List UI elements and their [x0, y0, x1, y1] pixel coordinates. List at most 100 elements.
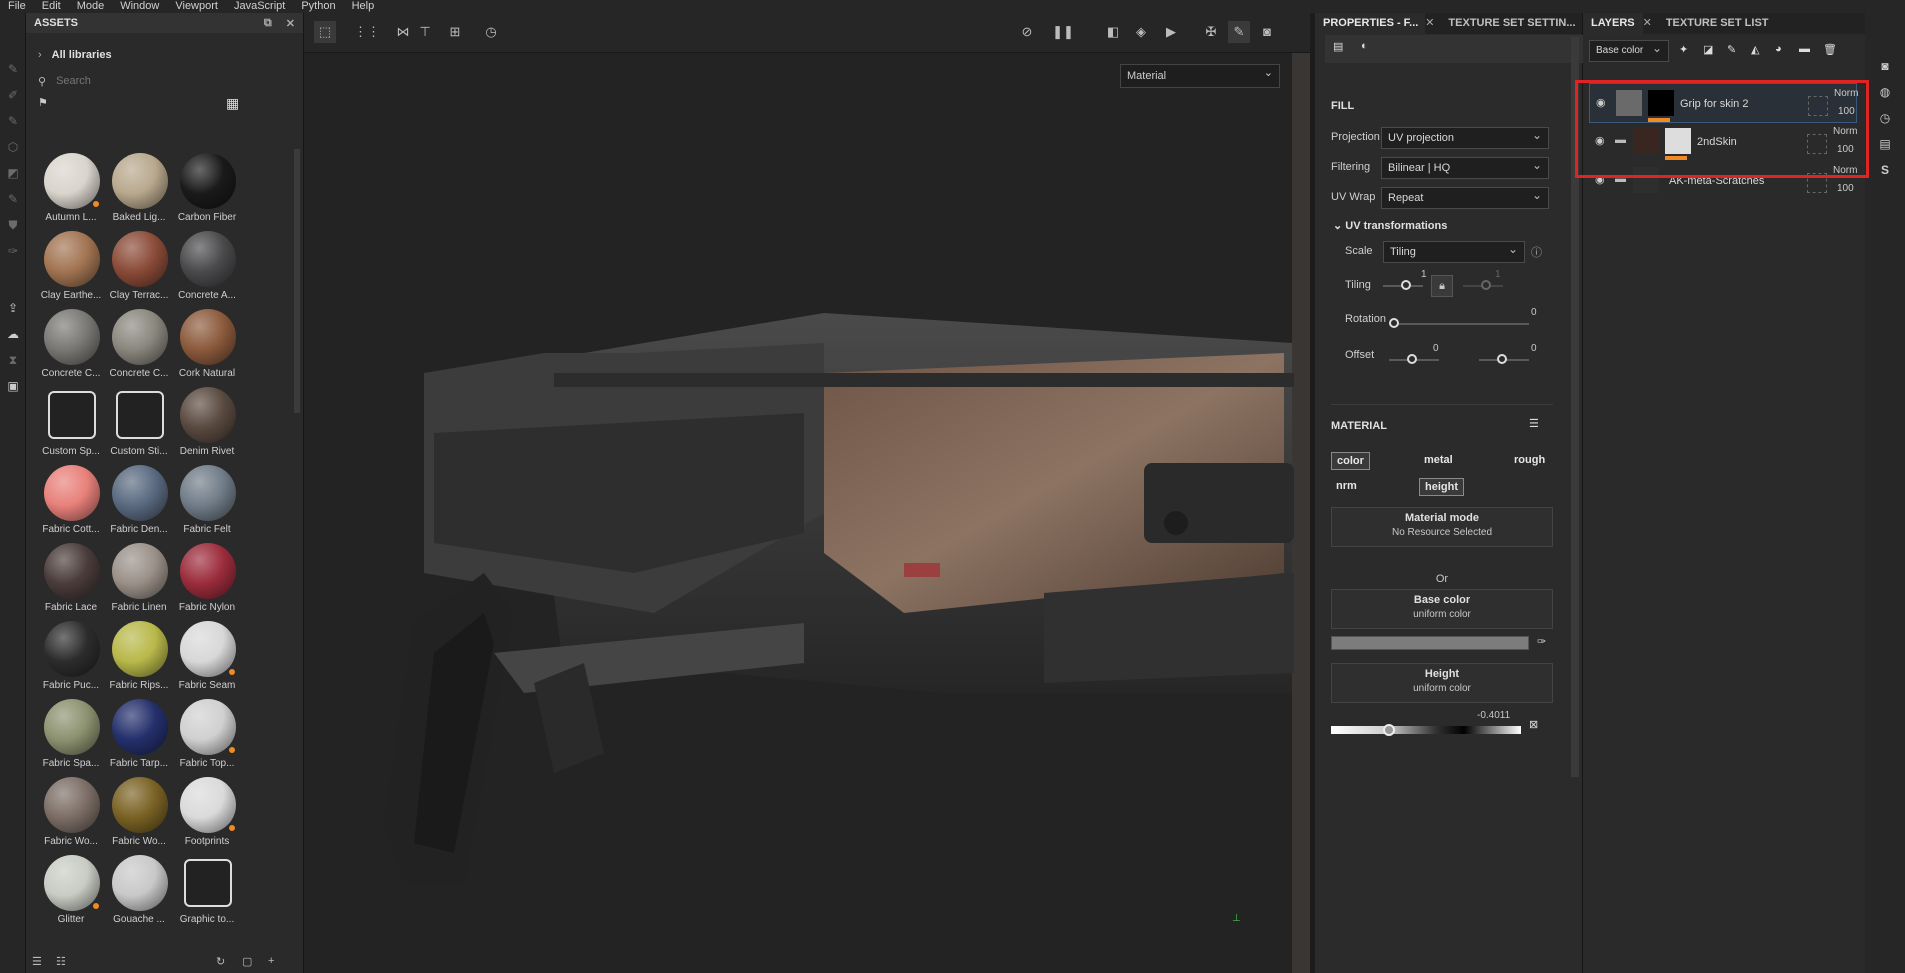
substance-icon[interactable]: S	[1877, 163, 1893, 179]
display-icon[interactable]: ▣	[5, 378, 21, 394]
eyedropper-icon[interactable]: ✑	[1537, 635, 1546, 648]
bake-icon[interactable]: ☁	[5, 326, 21, 342]
asset-tile[interactable]: Glitter	[36, 855, 106, 929]
asset-tile[interactable]: Fabric Nylon	[172, 543, 242, 617]
viewport-3d[interactable]: ⬚ ⋮⋮ ⋈ ⊤ ⊞ ◷ ⊘ ❚❚ ◧ ◈ ▶ ✠ ✎ ◙ Material ⌄ …	[304, 13, 1310, 973]
asset-tile[interactable]: Clay Earthe...	[36, 231, 106, 305]
asset-search[interactable]: ⚲	[34, 71, 274, 91]
uv-transformations-header[interactable]: ⌄ UV transformations	[1333, 219, 1447, 232]
channel-metal-button[interactable]: metal	[1419, 452, 1458, 470]
filter-icon[interactable]: ⚑	[38, 96, 48, 109]
symmetry-icon[interactable]: ⋈	[392, 21, 414, 43]
eraser-icon[interactable]: ✐	[5, 87, 21, 103]
asset-tile[interactable]: Fabric Lace	[36, 543, 106, 617]
close-layers-icon[interactable]: ✕	[1643, 13, 1658, 34]
channel-select[interactable]: Base color	[1589, 38, 1669, 62]
material-sphere-icon[interactable]: ◐	[1361, 40, 1368, 52]
height-slot[interactable]: Height uniform color	[1331, 663, 1553, 703]
selection-icon[interactable]: ⬚	[314, 21, 336, 43]
brush-mode-icon[interactable]: ✎	[1228, 21, 1250, 43]
hide-icon[interactable]: ⊘	[1016, 21, 1038, 43]
close-tab-icon[interactable]: ✕	[1425, 13, 1440, 34]
refresh-icon[interactable]: ↻	[216, 955, 225, 968]
asset-tile[interactable]: Clay Terrac...	[104, 231, 174, 305]
rotation-slider[interactable]	[1389, 323, 1529, 325]
library-selector[interactable]: › All libraries	[38, 49, 112, 61]
picker-icon[interactable]: ✑	[5, 243, 21, 259]
asset-tile[interactable]: Fabric Cott...	[36, 465, 106, 539]
height-slider[interactable]	[1331, 726, 1521, 734]
float-panel-icon[interactable]: ⧉	[264, 17, 272, 30]
asset-tile[interactable]: Fabric Wo...	[36, 777, 106, 851]
grid-view-icon[interactable]: ▦	[226, 95, 239, 112]
close-icon[interactable]: ✕	[286, 17, 295, 30]
uvwrap-select[interactable]: Repeat	[1381, 185, 1549, 209]
screenshot-icon[interactable]: ◙	[1256, 21, 1278, 43]
menu-window[interactable]: Window	[112, 0, 167, 13]
asset-tile[interactable]: Custom Sp...	[36, 387, 106, 461]
scale-select[interactable]: Tiling	[1383, 239, 1525, 263]
asset-tile[interactable]: Denim Rivet	[172, 387, 242, 461]
asset-tile[interactable]: Fabric Linen	[104, 543, 174, 617]
tab-layers[interactable]: LAYERS	[1583, 13, 1643, 34]
assets-scrollbar[interactable]	[294, 149, 300, 413]
geometry-icon[interactable]: ⬡	[5, 139, 21, 155]
pause-icon[interactable]: ❚❚	[1052, 21, 1074, 43]
asset-tile[interactable]: Footprints	[172, 777, 242, 851]
asset-tile[interactable]: Fabric Rips...	[104, 621, 174, 695]
asset-tile[interactable]: Graphic to...	[172, 855, 242, 929]
asset-tile[interactable]: Cork Natural	[172, 309, 242, 383]
tab-properties[interactable]: PROPERTIES - F...	[1315, 13, 1426, 34]
smart-mask-icon[interactable]: ◪	[1703, 43, 1713, 56]
add-icon[interactable]: +	[268, 955, 274, 967]
asset-tile[interactable]: Carbon Fiber	[172, 153, 242, 227]
menu-help[interactable]: Help	[344, 0, 383, 13]
base-color-slot[interactable]: Base color uniform color	[1331, 589, 1553, 629]
lock-icon[interactable]: 🔒︎	[1431, 275, 1453, 297]
tab-texture-set-settings[interactable]: TEXTURE SET SETTIN...	[1440, 13, 1582, 34]
tab-texture-set-list[interactable]: TEXTURE SET LIST	[1658, 13, 1777, 34]
asset-tile[interactable]: Fabric Tarp...	[104, 699, 174, 773]
add-effect-icon[interactable]: ◕	[1775, 43, 1782, 55]
height-mode-icon[interactable]: ⊠	[1529, 718, 1538, 731]
wrench-icon[interactable]: ✠	[1200, 21, 1222, 43]
delete-icon[interactable]: 🗑︎	[1823, 43, 1837, 56]
asset-tile[interactable]: Fabric Felt	[172, 465, 242, 539]
tiling-u-knob[interactable]	[1401, 280, 1411, 290]
history-icon[interactable]: ◷	[480, 21, 502, 43]
asset-tile[interactable]: Fabric Spa...	[36, 699, 106, 773]
tiling-v-knob[interactable]	[1481, 280, 1491, 290]
list-view-icon[interactable]: ☰	[32, 955, 42, 968]
add-fill-layer-icon[interactable]: ◭	[1751, 43, 1759, 56]
channel-color-button[interactable]: color	[1331, 452, 1370, 470]
asset-tile[interactable]: Fabric Puc...	[36, 621, 106, 695]
asset-tile[interactable]: Gouache ...	[104, 855, 174, 929]
camera-icon[interactable]: ◙	[1877, 59, 1893, 75]
asset-tile[interactable]: Baked Lig...	[104, 153, 174, 227]
menu-icon[interactable]: ☰	[1529, 417, 1539, 430]
asset-tile[interactable]: Concrete C...	[36, 309, 106, 383]
search-input[interactable]	[56, 75, 257, 87]
mirror-icon[interactable]: ⊤	[414, 21, 436, 43]
environment-icon[interactable]: ◍	[1877, 85, 1893, 101]
menu-edit[interactable]: Edit	[34, 0, 69, 13]
magic-wand-icon[interactable]: ✦	[1679, 43, 1688, 56]
menu-python[interactable]: Python	[293, 0, 343, 13]
asset-tile[interactable]: Concrete C...	[104, 309, 174, 383]
asset-tile[interactable]: Fabric Top...	[172, 699, 242, 773]
channel-nrm-button[interactable]: nrm	[1331, 478, 1362, 496]
fill-settings-icon[interactable]: ▤	[1333, 40, 1343, 53]
cube-icon[interactable]: ◈	[1130, 21, 1152, 43]
channel-height-button[interactable]: height	[1419, 478, 1464, 496]
channel-rough-button[interactable]: rough	[1509, 452, 1550, 470]
opacity-value[interactable]: 100	[1837, 183, 1854, 194]
info-icon[interactable]: ⓘ	[1531, 244, 1542, 260]
offset-v-knob[interactable]	[1497, 354, 1507, 364]
polygon-fill-icon[interactable]: ◩	[5, 165, 21, 181]
asset-tile[interactable]: Fabric Den...	[104, 465, 174, 539]
paint-brush-icon[interactable]: ✎	[5, 61, 21, 77]
height-knob[interactable]	[1383, 724, 1395, 736]
camera-video-icon[interactable]: ▶	[1160, 21, 1182, 43]
sort-icon[interactable]: ☷	[56, 955, 66, 968]
asset-tile[interactable]: Custom Sti...	[104, 387, 174, 461]
